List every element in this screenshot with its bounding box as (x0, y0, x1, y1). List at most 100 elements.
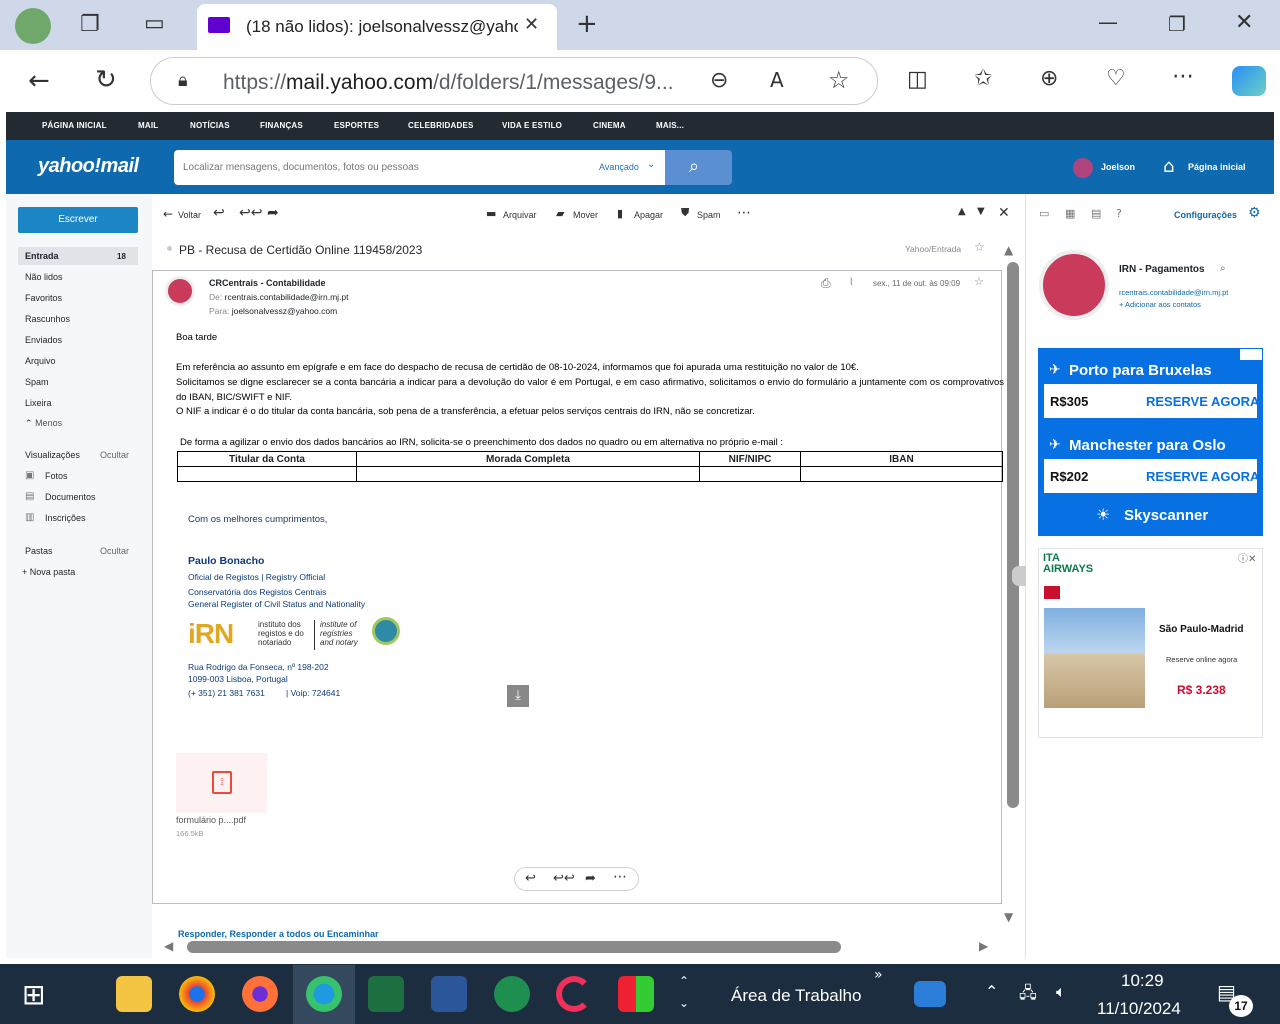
contact-card-icon[interactable]: ▭ (1039, 207, 1049, 220)
reply-icon[interactable]: ↩ (213, 205, 225, 221)
ad-route-2[interactable]: Manchester para Oslo (1069, 437, 1226, 454)
nav-home[interactable]: PÁGINA INICIAL (42, 121, 107, 130)
chrome-icon[interactable] (179, 976, 215, 1012)
trash-icon[interactable]: ▮ (617, 207, 623, 220)
horizontal-scrollbar[interactable] (187, 941, 841, 953)
start-icon[interactable]: ⊞ (22, 978, 45, 1011)
network-icon[interactable]: 🖧︎ (1019, 982, 1037, 1009)
word-icon[interactable] (431, 976, 467, 1012)
scroll-left-icon[interactable]: ◀ (164, 939, 173, 953)
next-message-icon[interactable]: ▼ (977, 206, 985, 217)
sidebar-item-trash[interactable]: Lixeira (25, 398, 52, 408)
nav-mail[interactable]: MAIL (138, 121, 158, 130)
copilot-icon[interactable] (1232, 66, 1266, 96)
back-arrow-icon[interactable]: ← (28, 66, 50, 96)
show-hidden-icons[interactable]: ⌃ (985, 982, 998, 1001)
forward-icon[interactable]: ➦ (585, 871, 596, 886)
delete-button[interactable]: Apagar (634, 210, 663, 220)
url-text[interactable]: https://mail.yahoo.com/d/folders/1/messa… (223, 71, 674, 95)
spam-button[interactable]: Spam (697, 210, 721, 220)
ad-cta-1[interactable]: RESERVE AGORA (1146, 394, 1259, 409)
file-explorer-icon[interactable] (116, 976, 152, 1012)
more-menu-icon[interactable]: ⋯ (1172, 64, 1194, 89)
edge-icon[interactable] (306, 976, 342, 1012)
ad-choices-icon[interactable] (1240, 349, 1262, 360)
reply-links[interactable]: Responder, Responder a todos ou Encaminh… (178, 929, 379, 939)
nav-news[interactable]: NOTÍCIAS (190, 121, 230, 130)
attachment-name[interactable]: formulário p....pdf (176, 815, 246, 825)
star-icon[interactable]: ☆ (974, 240, 985, 254)
new-folder[interactable]: + Nova pasta (22, 567, 75, 577)
view-subscriptions[interactable]: Inscrições (45, 513, 86, 523)
zoom-icon[interactable]: ⊖ (710, 68, 728, 93)
contact-email[interactable]: rcentrais.contabilidade@irn.mj.pt (1119, 288, 1228, 297)
profile-avatar[interactable] (15, 8, 51, 44)
ad-info-icon[interactable]: ⓘ✕ (1238, 550, 1256, 565)
help-icon[interactable]: ? (1116, 207, 1122, 220)
user-name[interactable]: Joelson (1101, 162, 1135, 172)
volume-icon[interactable]: 🔈︎ (1056, 982, 1066, 1002)
app-c-icon[interactable] (556, 976, 592, 1012)
move-button[interactable]: Mover (573, 210, 598, 220)
calendar-icon[interactable]: ▦ (1065, 207, 1075, 220)
nav-celebrities[interactable]: CELEBRIDADES (408, 121, 474, 130)
close-message-icon[interactable]: ✕ (998, 205, 1010, 221)
user-avatar[interactable] (1073, 158, 1093, 178)
close-tab-icon[interactable]: ✕ (524, 14, 539, 35)
views-hide[interactable]: Ocultar (100, 450, 129, 460)
sidebar-item-archive[interactable]: Arquivo (25, 356, 56, 366)
sidebar-item-unread[interactable]: Não lidos (25, 272, 63, 282)
nav-finance[interactable]: FINANÇAS (260, 121, 303, 130)
scroll-up-icon[interactable]: ▲ (1004, 243, 1013, 257)
folders-hide[interactable]: Ocultar (100, 546, 129, 556)
home-icon[interactable]: ⌂ (1163, 156, 1174, 177)
notepad-icon[interactable]: ▤ (1091, 207, 1101, 220)
restore-icon[interactable]: ❐ (1168, 12, 1186, 36)
app-blocks-icon[interactable] (618, 976, 654, 1012)
firefox-icon[interactable] (242, 976, 278, 1012)
ad-route-1[interactable]: Porto para Bruxelas (1069, 362, 1212, 379)
archive-button[interactable]: Arquivar (503, 210, 537, 220)
sender-name[interactable]: CRCentrais - Contabilidade (209, 278, 326, 288)
refresh-icon[interactable]: ↻ (95, 65, 117, 95)
excel-icon[interactable] (368, 976, 404, 1012)
minimize-icon[interactable]: — (1098, 10, 1118, 34)
home-link[interactable]: Página inicial (1188, 162, 1246, 172)
favorite-star-icon[interactable]: ☆ (828, 66, 850, 94)
tray-overflow-icon[interactable]: ⌃ ⌄ (679, 970, 689, 1014)
chevron-down-icon[interactable]: ⌄ (647, 159, 655, 170)
to-email[interactable]: joelsonalvessz@yahoo.com (232, 306, 338, 316)
compose-button[interactable]: Escrever (18, 207, 138, 233)
back-button[interactable]: Voltar (178, 210, 201, 220)
search-box[interactable]: Localizar mensagens, documentos, fotos o… (174, 150, 666, 185)
ad-cta-2[interactable]: RESERVE AGORA (1146, 469, 1259, 484)
lock-icon[interactable]: 🔒︎ (178, 70, 188, 91)
star-icon[interactable]: ☆ (974, 275, 984, 288)
scroll-down-icon[interactable]: ▼ (1004, 910, 1013, 924)
print-icon[interactable]: ⎙ (821, 276, 831, 291)
vertical-scrollbar[interactable] (1007, 262, 1019, 808)
view-documents[interactable]: Documentos (45, 492, 96, 502)
desktop-toolbar-label[interactable]: Área de Trabalho (731, 986, 861, 1006)
nav-more[interactable]: MAIS... (656, 121, 684, 130)
favorites-icon[interactable]: ✩ (974, 66, 992, 91)
tab-actions-icon[interactable]: ❐ (80, 12, 100, 37)
more-actions-icon[interactable]: ⋯ (737, 205, 751, 221)
widget-icon[interactable] (914, 981, 946, 1007)
archive-icon[interactable]: ▬ (486, 207, 496, 220)
scroll-right-icon[interactable]: ▶ (979, 939, 988, 953)
reply-all-icon[interactable]: ↩↩ (239, 205, 262, 221)
clock-date[interactable]: 11/10/2024 (1097, 999, 1181, 1019)
collapse-handle[interactable] (1012, 566, 1026, 586)
search-button[interactable]: ⌕ (665, 150, 732, 185)
clock-time[interactable]: 10:29 (1121, 971, 1164, 991)
gear-icon[interactable]: ⚙ (1248, 205, 1261, 221)
vertical-tabs-icon[interactable]: ▭ (144, 11, 165, 36)
collections-icon[interactable]: ⊕ (1040, 66, 1058, 91)
ad-route[interactable]: São Paulo-Madrid (1159, 624, 1243, 635)
forward-icon[interactable]: ➦ (267, 205, 279, 221)
nav-sports[interactable]: ESPORTES (334, 121, 379, 130)
sidebar-item-inbox[interactable]: Entrada (25, 251, 59, 261)
sidebar-item-drafts[interactable]: Rascunhos (25, 314, 70, 324)
download-icon[interactable]: ⤓ (507, 685, 529, 707)
